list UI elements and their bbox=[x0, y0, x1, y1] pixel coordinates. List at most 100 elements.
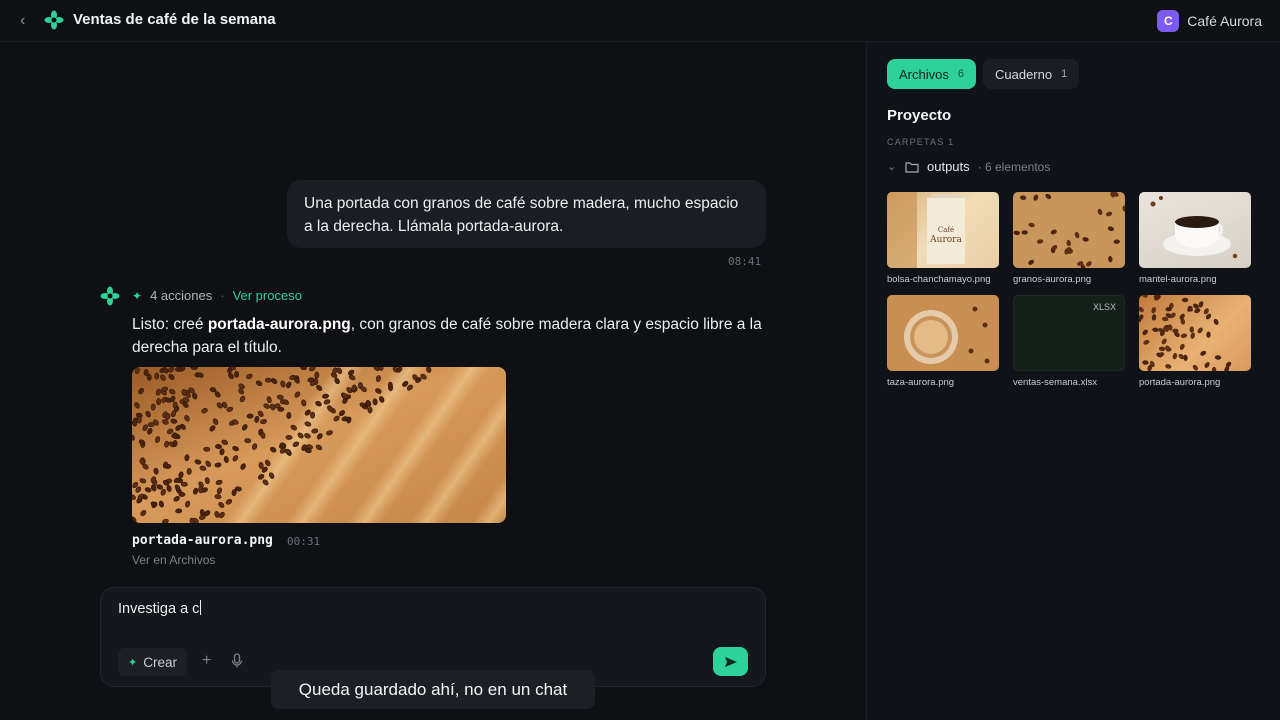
coffee-bean bbox=[1050, 229, 1057, 235]
message-input[interactable]: Investiga a c bbox=[118, 600, 678, 617]
coffee-bean bbox=[1172, 352, 1178, 360]
sparkle-icon: ✦ bbox=[128, 656, 138, 669]
file-thumbnail bbox=[887, 295, 999, 371]
add-attachment-icon[interactable]: + bbox=[202, 652, 211, 670]
toast-notification: Queda guardado ahí, no en un chat bbox=[271, 670, 595, 709]
folders-label: CARPETAS 1 bbox=[887, 137, 955, 147]
coffee-bean bbox=[1142, 360, 1149, 365]
coffee-bean bbox=[1190, 332, 1196, 339]
coffee-bean bbox=[314, 371, 320, 379]
app-logo-icon bbox=[44, 10, 64, 30]
panel-tabs: Archivos 6 Cuaderno 1 bbox=[887, 59, 1080, 89]
sparkle-icon: ✦ bbox=[132, 288, 143, 303]
tab-archivos-count: 6 bbox=[957, 68, 964, 80]
back-icon[interactable]: ‹ bbox=[20, 12, 34, 30]
section-title: Proyecto bbox=[887, 107, 952, 124]
coffee-bean bbox=[286, 412, 292, 419]
coffee-bean bbox=[214, 494, 222, 500]
assistant-avatar-icon bbox=[100, 286, 120, 306]
coffee-bean bbox=[1151, 314, 1157, 321]
create-button[interactable]: ✦ Crear bbox=[118, 648, 187, 676]
coffee-bean bbox=[146, 373, 152, 381]
coffee-bean bbox=[178, 491, 186, 497]
coffee-bean bbox=[1086, 261, 1092, 267]
tab-archivos[interactable]: Archivos 6 bbox=[887, 59, 976, 89]
org-switcher[interactable]: C Café Aurora bbox=[1157, 10, 1262, 32]
coffee-bean bbox=[1204, 362, 1210, 368]
folder-name: outputs bbox=[927, 159, 970, 174]
coffee-bean bbox=[1192, 364, 1199, 371]
file-card[interactable]: XLSX ventas-semana.xlsx bbox=[1013, 295, 1125, 388]
file-card[interactable]: granos-aurora.png bbox=[1013, 192, 1125, 285]
assistant-message: Listo: creé portada-aurora.png, con gran… bbox=[132, 313, 762, 359]
coffee-beans-on-wood-image bbox=[132, 367, 506, 523]
chevron-down-icon[interactable]: ⌄ bbox=[887, 160, 897, 173]
message-input-value: Investiga a c bbox=[118, 601, 200, 617]
file-grid: Café Aurora bolsa-chanchamayo.png granos… bbox=[887, 192, 1251, 388]
file-name: mantel-aurora.png bbox=[1139, 274, 1217, 285]
coffee-bean bbox=[1013, 230, 1020, 236]
coffee-bean bbox=[191, 367, 198, 370]
coffee-bean bbox=[1189, 326, 1194, 333]
assistant-text-prefix: Listo: creé bbox=[132, 316, 208, 333]
coffee-bean bbox=[172, 439, 178, 447]
user-message-time: 08:41 bbox=[728, 255, 762, 268]
tab-cuaderno-count: 1 bbox=[1061, 68, 1068, 80]
file-card[interactable]: portada-aurora.png bbox=[1139, 295, 1251, 388]
coffee-bean bbox=[1158, 346, 1166, 352]
coffee-bean bbox=[1139, 306, 1144, 313]
coffee-bean bbox=[1122, 205, 1125, 212]
assistant-text-filename: portada-aurora.png bbox=[207, 316, 351, 333]
generated-image-preview[interactable] bbox=[132, 367, 506, 523]
coffee-bean bbox=[1165, 364, 1172, 369]
file-thumbnail bbox=[1139, 295, 1251, 371]
tab-cuaderno-label: Cuaderno bbox=[994, 66, 1053, 82]
file-thumbnail: Café Aurora bbox=[887, 192, 999, 268]
coffee-bean bbox=[1019, 195, 1027, 200]
tab-cuaderno[interactable]: Cuaderno 1 bbox=[982, 59, 1080, 89]
file-name: granos-aurora.png bbox=[1013, 274, 1092, 285]
coffee-bean bbox=[234, 370, 240, 378]
coffee-bean bbox=[1141, 295, 1148, 298]
file-name: taza-aurora.png bbox=[887, 377, 955, 388]
coffee-bean bbox=[1206, 331, 1211, 338]
coffee-bean bbox=[1180, 333, 1188, 338]
coffee-bean bbox=[150, 403, 156, 411]
send-icon bbox=[724, 656, 737, 667]
coffee-bean bbox=[1033, 194, 1039, 201]
coffee-bean bbox=[1179, 343, 1185, 350]
text-caret bbox=[200, 600, 202, 615]
file-name: portada-aurora.png bbox=[1139, 377, 1221, 388]
file-card[interactable]: Café Aurora bolsa-chanchamayo.png bbox=[887, 192, 999, 285]
file-thumbnail bbox=[1139, 192, 1251, 268]
folder-outputs[interactable]: ⌄ outputs · 6 elementos bbox=[887, 159, 1050, 174]
send-button[interactable] bbox=[713, 647, 748, 676]
folder-meta: · 6 elementos bbox=[977, 159, 1051, 174]
files-panel: Archivos 6 Cuaderno 1 Proyecto CARPETAS … bbox=[866, 42, 1280, 720]
org-name: Café Aurora bbox=[1187, 13, 1262, 29]
microphone-icon[interactable] bbox=[231, 653, 243, 669]
coffee-bean bbox=[1097, 208, 1103, 216]
file-card[interactable]: mantel-aurora.png bbox=[1139, 192, 1251, 285]
coffee-bean bbox=[387, 381, 393, 389]
coffee-bean bbox=[1197, 327, 1203, 334]
file-type-badge: XLSX bbox=[1092, 302, 1116, 312]
bag-name-text: Aurora bbox=[929, 235, 962, 245]
coffee-bean bbox=[1211, 366, 1217, 371]
generated-image-time: 00:31 bbox=[287, 535, 321, 548]
view-in-files-link[interactable]: Ver en Archivos bbox=[132, 553, 215, 567]
file-name: ventas-semana.xlsx bbox=[1013, 377, 1097, 388]
generated-image-name: portada-aurora.png bbox=[132, 533, 273, 548]
file-card[interactable]: taza-aurora.png bbox=[887, 295, 999, 388]
coffee-bean bbox=[175, 508, 183, 514]
coffee-bean bbox=[1066, 239, 1071, 247]
coffee-bean bbox=[1181, 297, 1189, 303]
coffee-bean bbox=[264, 377, 272, 383]
file-thumbnail: XLSX bbox=[1013, 295, 1125, 371]
view-process-link[interactable]: Ver proceso bbox=[233, 288, 302, 303]
coffee-bean bbox=[1165, 307, 1172, 312]
coffee-bean bbox=[1036, 239, 1044, 244]
folder-icon bbox=[905, 161, 919, 173]
coffee-bean bbox=[310, 411, 316, 419]
coffee-bean bbox=[1082, 237, 1089, 242]
